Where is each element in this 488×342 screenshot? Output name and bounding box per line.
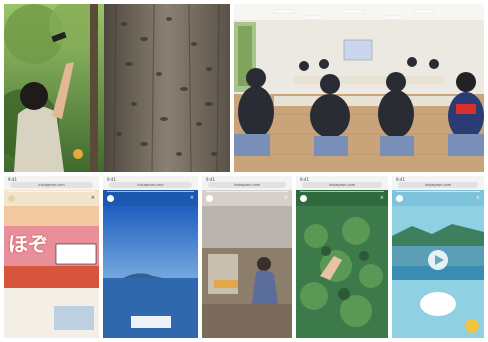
- tree-trunk: [104, 4, 230, 172]
- story-graphic: [296, 206, 388, 338]
- story-graphic: [202, 206, 292, 338]
- phone-screenshot-3: 9:41 instagram.com ×: [202, 176, 292, 338]
- forest-photo: [4, 4, 230, 172]
- story-graphic: [103, 206, 198, 338]
- story-graphic: [392, 206, 484, 338]
- phone-screenshot-4: 9:41 instagram.com ×: [296, 176, 388, 338]
- phone-screenshot-1: 9:41 instagram.com × ほぞ: [4, 176, 99, 338]
- story-headline: ほぞ: [8, 232, 48, 256]
- meeting-scene: [234, 4, 484, 172]
- forest-scene: [4, 4, 230, 172]
- projector-screen: [343, 39, 373, 61]
- phone-screenshot-2: 9:41 instagram.com ×: [103, 176, 198, 338]
- meeting-photo: [234, 4, 484, 172]
- story-graphic: [4, 206, 99, 338]
- phone-screenshot-5: 9:41 instagram.com ×: [392, 176, 484, 338]
